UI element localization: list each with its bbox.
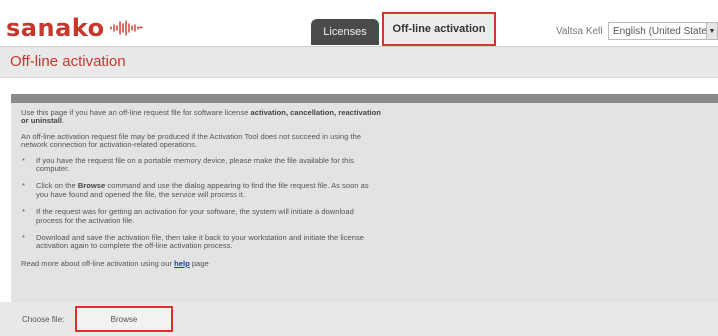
list-item: * Click on the Browse command and use th…: [21, 182, 381, 199]
step-text: Download and save the activation file, t…: [36, 233, 364, 251]
instructions: Use this page if you have an off-line re…: [21, 108, 381, 275]
file-picker-row: Choose file: Browse: [0, 302, 718, 336]
logo-text: sanako: [6, 14, 105, 42]
tab-off-line-activation-label: Off-line activation: [392, 23, 486, 35]
browse-button-label: Browse: [110, 314, 138, 324]
steps-list: * If you have the request file on a port…: [21, 155, 381, 251]
choose-file-label: Choose file:: [22, 315, 65, 324]
bullet-mark: *: [22, 155, 25, 165]
tab-licenses-label: Licenses: [323, 26, 367, 38]
page-title: Off-line activation: [10, 53, 126, 70]
language-select-value: English (United States): [613, 25, 716, 37]
page-header: Off-line activation: [0, 46, 718, 78]
bullet-mark: *: [22, 233, 25, 243]
tab-off-line-activation[interactable]: Off-line activation: [382, 12, 496, 46]
language-select[interactable]: English (United States) ▼: [608, 22, 718, 40]
sound-wave-icon: [109, 20, 143, 36]
top-bar: sanako Licenses Off-line activation Valt…: [0, 0, 718, 46]
read-more-prefix: Read more about off-line activation usin…: [21, 258, 175, 268]
list-item: * If the request was for getting an acti…: [21, 207, 381, 225]
list-item: * If you have the request file on a port…: [21, 155, 381, 174]
intro-paragraph: Use this page if you have an off-line re…: [21, 108, 381, 126]
bullet-mark: *: [22, 181, 25, 191]
tab-licenses[interactable]: Licenses: [311, 19, 379, 45]
browse-button[interactable]: Browse: [75, 306, 173, 332]
user-name[interactable]: Valtsa Kell: [556, 26, 603, 37]
content-panel: Use this page if you have an off-line re…: [11, 94, 718, 302]
step-text: If the request was for getting an activa…: [36, 207, 354, 225]
panel-header-strip: [11, 94, 718, 103]
help-link[interactable]: help: [174, 259, 190, 268]
note-paragraph: An off-line activation request file may …: [21, 131, 361, 150]
step-text: If you have the request file on a portab…: [36, 155, 354, 174]
intro-suffix: .: [61, 116, 65, 126]
sanako-logo[interactable]: sanako: [6, 14, 143, 42]
list-item: * Download and save the activation file,…: [21, 233, 381, 251]
read-more-suffix: page: [189, 258, 209, 268]
read-more-paragraph: Read more about off-line activation usin…: [21, 258, 381, 268]
bullet-mark: *: [22, 207, 25, 217]
chevron-down-icon[interactable]: ▼: [706, 23, 717, 39]
